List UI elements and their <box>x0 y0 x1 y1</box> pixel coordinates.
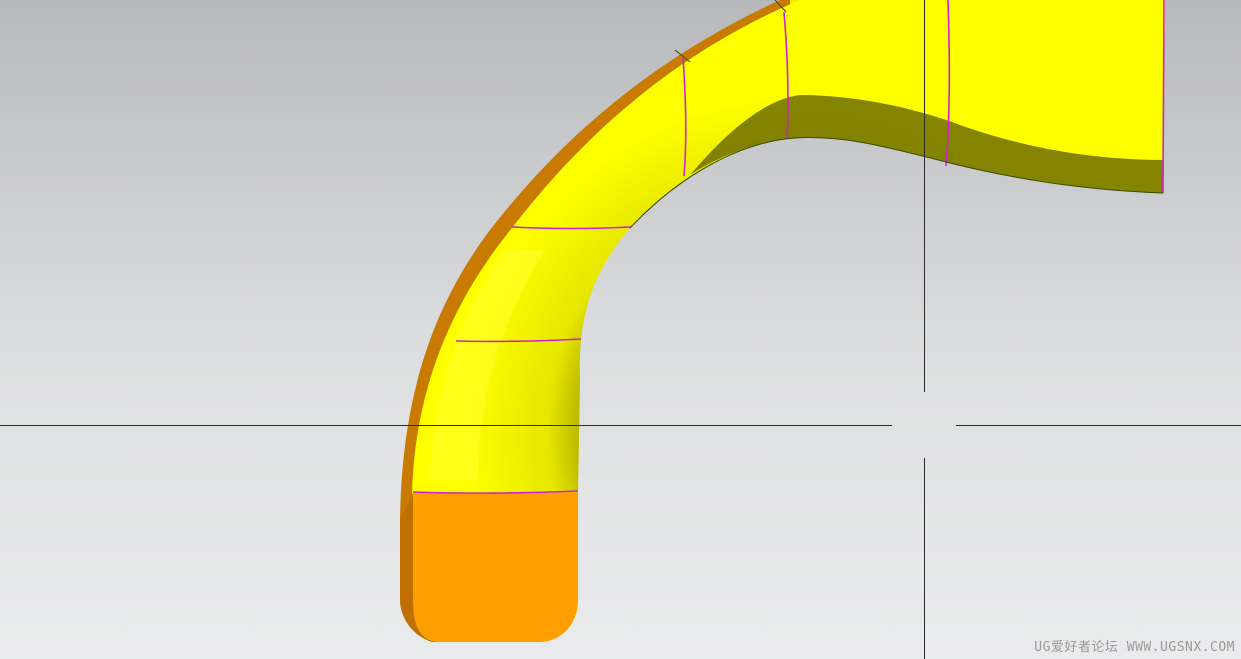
forum-watermark: UG爱好者论坛 WWW.UGSNX.COM <box>1034 640 1235 655</box>
graphics-viewport[interactable]: UG爱好者论坛 WWW.UGSNX.COM <box>0 0 1241 659</box>
boundary-line-7 <box>1162 0 1165 194</box>
model-scene[interactable] <box>0 0 1241 659</box>
end-cap-face[interactable] <box>413 492 578 642</box>
